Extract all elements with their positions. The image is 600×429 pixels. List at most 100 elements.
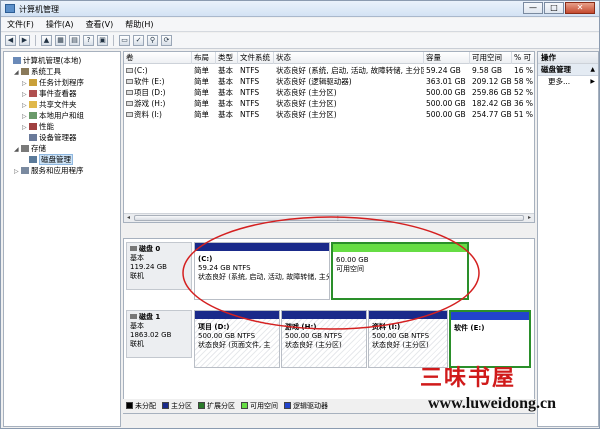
back-arrow-icon[interactable]: ◀ — [5, 35, 16, 46]
column-header[interactable]: % 可 — [512, 52, 534, 64]
column-header[interactable]: 文件系统 — [238, 52, 274, 64]
show-tree-icon[interactable]: ▦ — [55, 35, 66, 46]
scroll-left-icon[interactable]: ◂ — [124, 214, 133, 222]
disk-1-name: 磁盘 1 — [130, 313, 188, 322]
column-header[interactable]: 状态 — [274, 52, 424, 64]
refresh-icon[interactable]: ⟳ — [161, 35, 172, 46]
table-cell: 资料 (I:) — [124, 109, 192, 120]
partition-h[interactable]: 游戏 (H:) 500.00 GB NTFS 状态良好 (主分区) — [281, 310, 367, 368]
table-cell: 状态良好 (系统, 启动, 活动, 故障转储, 主分区) — [276, 66, 424, 75]
tree-item[interactable]: ▷ 共享文件夹 — [4, 99, 77, 110]
tree-item-label: 系统工具 — [31, 67, 61, 76]
horizontal-scrollbar[interactable]: ◂ ⋮ ▸ — [124, 213, 534, 222]
column-header[interactable]: 布局 — [192, 52, 216, 64]
table-cell: 254.77 GB — [472, 110, 512, 119]
table-row[interactable]: 项目 (D:) 简单 基本 NTFS 状态良好 (主分区) 500.00 GB 259.86… — [124, 87, 534, 98]
partition-d-info: 项目 (D:) 500.00 GB NTFS 状态良好 (页面文件, 主 — [198, 323, 271, 349]
tree-item[interactable]: 磁盘管理 — [4, 154, 73, 165]
menu-help[interactable]: 帮助(H) — [125, 18, 153, 31]
menu-action[interactable]: 操作(A) — [46, 18, 74, 31]
legend-swatch — [198, 402, 205, 409]
tree-item[interactable]: 设备管理器 — [4, 132, 77, 143]
tree-item[interactable]: ◢ 存储 — [4, 143, 46, 154]
close-button[interactable]: ✕ — [565, 2, 595, 14]
watermark-logo-text: 三味书屋 — [420, 365, 517, 391]
legend-label: 扩展分区 — [207, 402, 235, 410]
partition-d[interactable]: 项目 (D:) 500.00 GB NTFS 状态良好 (页面文件, 主 — [194, 310, 280, 368]
primary-partition-bar — [195, 243, 329, 251]
tree-item[interactable]: ◢ 系统工具 — [4, 66, 61, 77]
volume-icon — [126, 79, 133, 84]
search-icon[interactable]: ⚲ — [147, 35, 158, 46]
free-space-bar — [333, 244, 467, 252]
more-actions-item[interactable]: 更多... ▶ — [538, 76, 598, 88]
legend-item: 未分配 — [126, 401, 156, 411]
disk-0-status: 联机 — [130, 272, 144, 280]
partition-c[interactable]: (C:) 59.24 GB NTFS 状态良好 (系统, 启动, 活动, 故障转… — [194, 242, 330, 300]
column-header[interactable]: 卷 — [124, 52, 192, 64]
table-row[interactable]: 软件 (E:) 简单 基本 NTFS 状态良好 (逻辑驱动器) 363.01 GB 209.… — [124, 76, 534, 87]
table-row[interactable]: 资料 (I:) 简单 基本 NTFS 状态良好 (主分区) 500.00 GB 254.77… — [124, 109, 534, 120]
partition-free-space[interactable]: 60.00 GB 可用空间 — [331, 242, 469, 300]
perf-icon — [29, 123, 37, 130]
disk-1-label[interactable]: 磁盘 1 基本 1863.02 GB 联机 — [126, 310, 192, 358]
collapse-up-icon[interactable]: ▲ — [590, 64, 595, 76]
forward-arrow-icon[interactable]: ▶ — [19, 35, 30, 46]
table-cell: 16 % — [514, 66, 534, 75]
disk-0-name: 磁盘 0 — [130, 245, 188, 254]
up-folder-icon[interactable]: ▲ — [41, 35, 52, 46]
column-header[interactable]: 类型 — [216, 52, 238, 64]
partition-i-info: 资料 (I:) 500.00 GB NTFS 状态良好 (主分区) — [372, 323, 430, 349]
toolbar-separator — [113, 35, 114, 46]
help-icon[interactable]: ? — [83, 35, 94, 46]
computer-icon — [13, 57, 21, 64]
partition-h-info: 游戏 (H:) 500.00 GB NTFS 状态良好 (主分区) — [285, 323, 343, 349]
table-cell: NTFS — [240, 66, 260, 75]
table-cell: 状态良好 (主分区) — [276, 88, 337, 97]
partition-c-info: (C:) 59.24 GB NTFS 状态良好 (系统, 启动, 活动, 故障转… — [198, 255, 330, 281]
tree-item[interactable]: ▷ 本地用户和组 — [4, 110, 84, 121]
legend-swatch — [241, 402, 248, 409]
tree-item-label: 计算机管理(本地) — [23, 56, 82, 65]
table-cell: 500.00 GB — [426, 88, 466, 97]
title-bar[interactable]: 计算机管理 — □ ✕ — [1, 1, 599, 17]
primary-partition-bar — [282, 311, 366, 319]
minimize-button[interactable]: — — [523, 2, 543, 14]
tree-item-label: 性能 — [39, 122, 54, 131]
tree-item-label: 服务和应用程序 — [31, 166, 84, 175]
table-cell: 基本 — [218, 110, 233, 119]
actions-section-disk-management[interactable]: 磁盘管理 ▲ — [538, 64, 598, 76]
table-row[interactable]: (C:) 简单 基本 NTFS 状态良好 (系统, 启动, 活动, 故障转储, 主分区)… — [124, 65, 534, 76]
expand-icon[interactable]: ▷ — [14, 166, 21, 177]
scrollbar-thumb[interactable]: ⋮ — [134, 215, 524, 222]
properties-icon[interactable]: ▤ — [69, 35, 80, 46]
menu-view[interactable]: 查看(V) — [86, 18, 114, 31]
check-disk-icon[interactable]: ✓ — [133, 35, 144, 46]
pane-splitter[interactable] — [123, 224, 535, 238]
disk-1-type: 基本 — [130, 322, 144, 330]
disk-0-label[interactable]: 磁盘 0 基本 119.24 GB 联机 — [126, 242, 192, 290]
console-icon[interactable]: ▣ — [97, 35, 108, 46]
tree-item[interactable]: ▷ 任务计划程序 — [4, 77, 84, 88]
table-cell: 状态良好 (主分区) — [276, 110, 337, 119]
submenu-arrow-icon: ▶ — [590, 78, 595, 85]
tree-item[interactable]: ▷ 事件查看器 — [4, 88, 77, 99]
open-icon[interactable]: ▭ — [119, 35, 130, 46]
clock-icon — [29, 79, 37, 86]
actions-header: 操作 — [538, 52, 598, 64]
column-header[interactable]: 容量 — [424, 52, 470, 64]
tree-item[interactable]: 计算机管理(本地) — [4, 55, 81, 66]
menu-file[interactable]: 文件(F) — [7, 18, 34, 31]
tree-item-label: 任务计划程序 — [39, 78, 84, 87]
navigation-tree: 计算机管理(本地) ◢ 系统工具 ▷ 任务计划程序 ▷ 事件查看器 ▷ 共享文件夹 ▷ 本地用户和组… — [3, 51, 121, 427]
table-cell: 259.86 GB — [472, 88, 512, 97]
table-cell: 游戏 (H:) — [124, 98, 192, 109]
column-header[interactable]: 可用空间 — [470, 52, 512, 64]
table-cell: 36 % — [514, 99, 534, 108]
tree-item[interactable]: ▷ 性能 — [4, 121, 54, 132]
maximize-button[interactable]: □ — [544, 2, 564, 14]
table-cell: 简单 — [194, 66, 209, 75]
scroll-right-icon[interactable]: ▸ — [525, 214, 534, 222]
table-row[interactable]: 游戏 (H:) 简单 基本 NTFS 状态良好 (主分区) 500.00 GB 182.42… — [124, 98, 534, 109]
tree-item[interactable]: ▷ 服务和应用程序 — [4, 165, 84, 176]
